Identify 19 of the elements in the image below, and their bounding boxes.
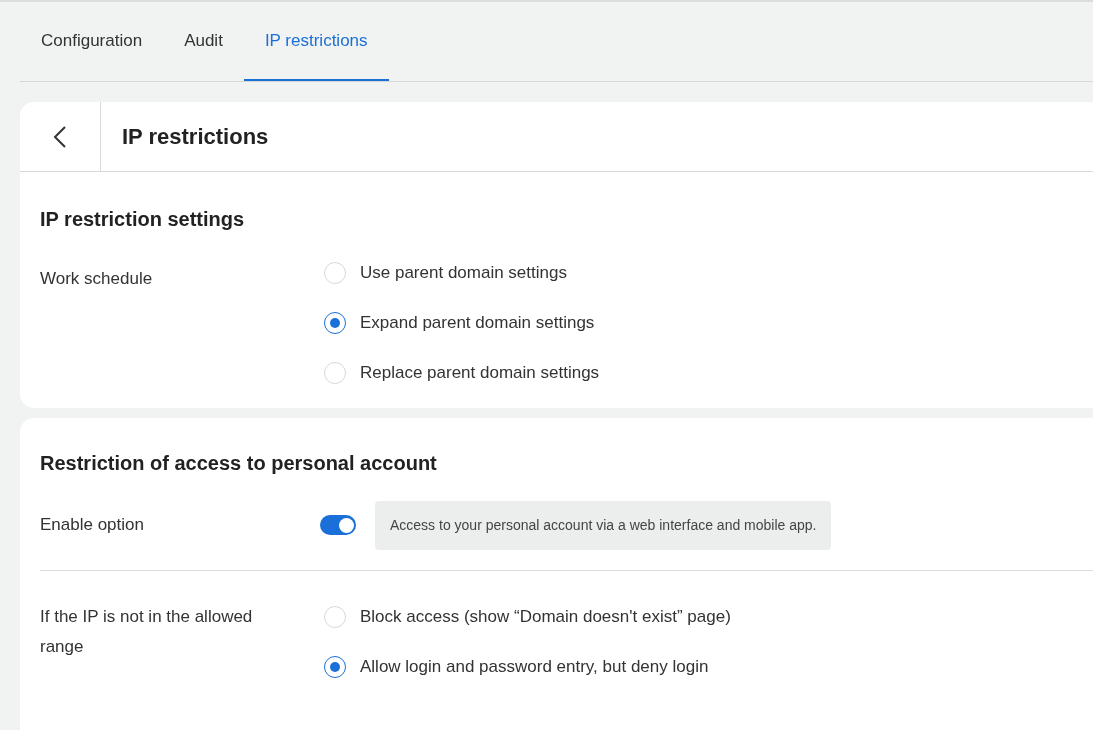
tooltip: Access to your personal account via a web interface and mobile app.	[375, 500, 832, 550]
back-icon	[53, 124, 67, 149]
field-label: Enable option	[40, 514, 145, 537]
tab[interactable]: Audit	[163, 2, 244, 81]
card-title: IP restrictions	[122, 123, 269, 151]
field-label: Work schedule	[40, 268, 154, 290]
field-label: If the IP is not in the allowed range	[40, 606, 254, 658]
radio-label: Replace parent domain settings	[360, 362, 600, 385]
section-title: Restriction of access to personal account	[40, 451, 437, 476]
radio-label: Use parent domain settings	[360, 262, 567, 285]
section-title: IP restriction settings	[40, 207, 245, 232]
radio-label: Allow login and password entry, but deny login	[360, 656, 709, 679]
radio-label: Expand parent domain settings	[360, 312, 595, 335]
radio-label: Block access (show “Domain doesn't exist” page)	[360, 606, 731, 629]
tab[interactable]: Configuration	[20, 2, 164, 81]
radio-button[interactable]	[324, 656, 346, 678]
toggle-switch[interactable]	[320, 515, 356, 535]
tab[interactable]: IP restrictions	[243, 2, 389, 81]
radio-button[interactable]	[324, 312, 346, 334]
